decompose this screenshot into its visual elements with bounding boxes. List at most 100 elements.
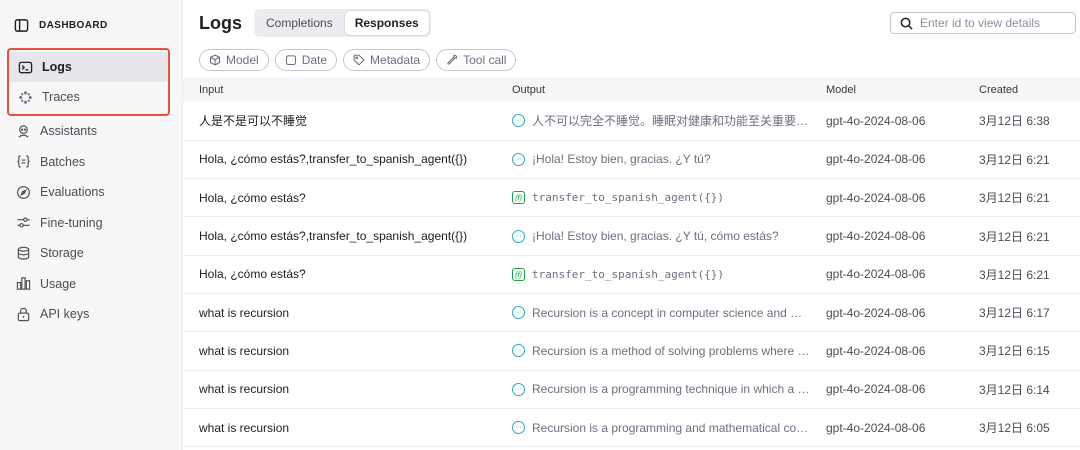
- column-header-output[interactable]: Output: [496, 77, 810, 102]
- filter-label: Date: [301, 53, 328, 67]
- sidebar-item-evaluations[interactable]: Evaluations: [0, 177, 182, 208]
- sidebar-item-logs[interactable]: Logs: [9, 52, 168, 82]
- cell-created: 3月12日 6:38: [963, 102, 1080, 141]
- sidebar-item-fine-tuning[interactable]: Fine-tuning: [0, 208, 182, 239]
- table-row[interactable]: what is recursion ··· Recursion is a progr…: [183, 370, 1080, 409]
- assistant-icon: [16, 124, 31, 139]
- filter-label: Metadata: [370, 53, 421, 67]
- database-icon: [16, 246, 31, 261]
- cell-input: 人是不是可以不睡觉: [183, 102, 496, 141]
- sidebar-item-label: Fine-tuning: [40, 215, 103, 230]
- sidebar-item-label: Storage: [40, 246, 84, 261]
- column-header-input[interactable]: Input: [183, 77, 496, 102]
- topbar: Logs Completions Responses: [183, 0, 1080, 46]
- tab-completions[interactable]: Completions: [256, 11, 343, 35]
- filter-label: Model: [226, 53, 259, 67]
- cell-model: gpt-4o-2024-08-06: [810, 408, 963, 448]
- table-row[interactable]: Hola, ¿cómo estás? {f} transfer_to_spanish…: [183, 255, 1080, 294]
- cell-input: Hola, ¿cómo estás?,transfer_to_spanish_a…: [183, 140, 496, 180]
- compass-icon: [16, 185, 31, 200]
- message-icon: ···: [512, 421, 525, 435]
- log-type-tabs: Completions Responses: [254, 9, 431, 37]
- filter-model[interactable]: Model: [199, 49, 269, 71]
- sidebar-item-assistants[interactable]: Assistants: [0, 116, 182, 147]
- cell-output: ··· Recursion is a programming and mathem…: [496, 408, 810, 448]
- table-row[interactable]: 人是不是可以不睡觉 ··· 人不可以完全不睡觉。睡眠对健康和功能至关重要。... gp…: [183, 102, 1080, 141]
- table-row[interactable]: Hola, ¿cómo estás?,transfer_to_spanish_a…: [183, 140, 1080, 180]
- sidebar-item-traces[interactable]: Traces: [9, 82, 168, 112]
- table-row[interactable]: what is recursion ··· Recursion is a metho…: [183, 331, 1080, 371]
- calendar-icon: [285, 54, 297, 66]
- table-row[interactable]: what is recursion ··· Recursion is a conce…: [183, 293, 1080, 333]
- sidebar-item-storage[interactable]: Storage: [0, 238, 182, 269]
- page-title: Logs: [199, 12, 242, 33]
- cell-output: ··· Recursion is a concept in computer sc…: [496, 293, 810, 333]
- tab-responses[interactable]: Responses: [344, 11, 429, 35]
- sidebar-toggle-icon[interactable]: [14, 18, 29, 33]
- sidebar-item-label: Assistants: [40, 124, 97, 139]
- filter-tool-call[interactable]: Tool call: [436, 49, 517, 71]
- cell-model: gpt-4o-2024-08-06: [810, 331, 963, 371]
- sidebar-item-label: Evaluations: [40, 185, 105, 200]
- filter-date[interactable]: Date: [274, 49, 338, 71]
- cell-model: gpt-4o-2024-08-06: [810, 102, 963, 141]
- cell-output: {f} transfer_to_spanish_agent({}): [496, 178, 810, 218]
- search-icon: [899, 16, 914, 31]
- column-header-model[interactable]: Model: [810, 77, 963, 102]
- cell-created: 3月12日 6:15: [963, 331, 1080, 371]
- cell-created: 3月12日 6:14: [963, 370, 1080, 409]
- table-row[interactable]: Hola, ¿cómo estás?,transfer_to_spanish_a…: [183, 216, 1080, 256]
- message-icon: ···: [512, 306, 525, 320]
- function-call-icon: {f}: [512, 191, 525, 205]
- cube-icon: [209, 54, 221, 66]
- wrench-icon: [446, 54, 458, 66]
- cell-created: 3月12日 6:21: [963, 140, 1080, 180]
- cell-created: 3月12日 6:21: [963, 216, 1080, 256]
- cell-output: ··· ¡Hola! Estoy bien, gracias. ¿Y tú, có…: [496, 216, 810, 256]
- search-box: [890, 12, 1076, 34]
- cell-created: 3月12日 6:05: [963, 408, 1080, 448]
- sliders-icon: [16, 215, 31, 230]
- column-header-created[interactable]: Created: [963, 77, 1080, 102]
- search-input[interactable]: [920, 16, 1070, 30]
- table-row[interactable]: what is recursion ··· Recursion is a progr…: [183, 408, 1080, 448]
- table-row[interactable]: Hola, ¿cómo estás? {f} transfer_to_spanish…: [183, 178, 1080, 218]
- output-text: ¡Hola! Estoy bien, gracias. ¿Y tú?: [532, 152, 711, 167]
- cell-input: what is recursion: [183, 370, 496, 409]
- cell-created: 3月12日 6:21: [963, 255, 1080, 294]
- cell-created: 3月12日 6:17: [963, 293, 1080, 333]
- logs-table: Input Output Model Created 人是不是可以不睡觉 ··· 人…: [183, 77, 1080, 448]
- message-icon: ···: [512, 229, 525, 243]
- cell-model: gpt-4o-2024-08-06: [810, 140, 963, 180]
- output-text: Recursion is a programming technique in …: [532, 382, 810, 397]
- traces-icon: [18, 90, 33, 105]
- sidebar-item-batches[interactable]: Batches: [0, 147, 182, 178]
- braces-icon: [16, 154, 31, 169]
- output-text: ¡Hola! Estoy bien, gracias. ¿Y tú, cómo …: [532, 229, 779, 244]
- sidebar-item-usage[interactable]: Usage: [0, 269, 182, 300]
- output-text: transfer_to_spanish_agent({}): [532, 267, 725, 281]
- cell-created: 3月12日 6:21: [963, 178, 1080, 218]
- cell-model: gpt-4o-2024-08-06: [810, 216, 963, 256]
- sidebar-item-label: Usage: [40, 276, 77, 291]
- sidebar-item-label: Traces: [42, 90, 80, 104]
- message-icon: ···: [512, 152, 525, 166]
- output-text: 人不可以完全不睡觉。睡眠对健康和功能至关重要。...: [532, 114, 810, 129]
- cell-output: ··· 人不可以完全不睡觉。睡眠对健康和功能至关重要。...: [496, 102, 810, 141]
- function-call-icon: {f}: [512, 267, 525, 281]
- cell-output: ··· Recursion is a programming technique …: [496, 370, 810, 409]
- sidebar-item-api-keys[interactable]: API keys: [0, 299, 182, 330]
- cell-input: Hola, ¿cómo estás?: [183, 255, 496, 294]
- sidebar-header: DASHBOARD: [0, 14, 182, 36]
- cell-output: ··· Recursion is a method of solving prob…: [496, 331, 810, 371]
- message-icon: ···: [512, 344, 525, 358]
- sidebar-item-label: Batches: [40, 154, 86, 169]
- cell-model: gpt-4o-2024-08-06: [810, 255, 963, 294]
- cell-model: gpt-4o-2024-08-06: [810, 370, 963, 409]
- output-text: Recursion is a method of solving problem…: [532, 343, 810, 358]
- cell-input: what is recursion: [183, 293, 496, 333]
- message-icon: ···: [512, 114, 525, 128]
- filter-label: Tool call: [463, 53, 507, 67]
- filter-metadata[interactable]: Metadata: [343, 49, 431, 71]
- cell-output: {f} transfer_to_spanish_agent({}): [496, 255, 810, 294]
